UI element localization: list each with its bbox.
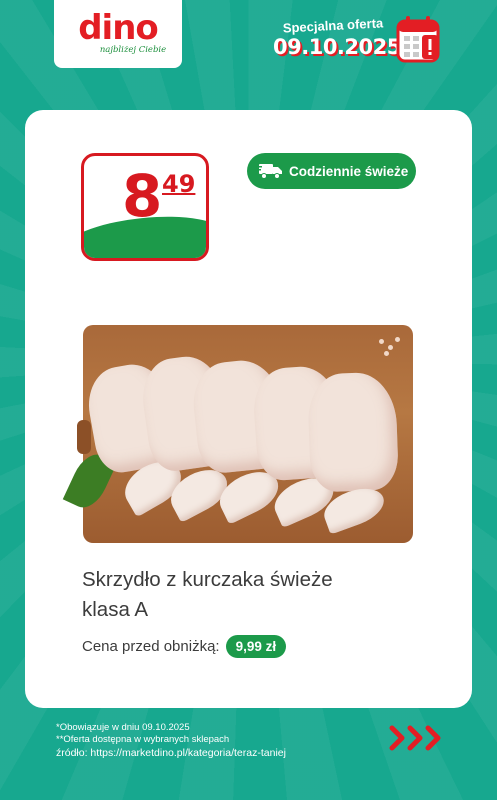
salt-grain	[379, 339, 384, 344]
product-name-line1: Skrzydło z kurczaka świeże	[82, 568, 333, 591]
previous-price: Cena przed obniżką: 9,99 zł	[82, 635, 287, 658]
footnote-availability: **Oferta dostępna w wybranych sklepach	[56, 733, 230, 745]
calendar-icon	[396, 16, 440, 63]
salt-grain	[388, 345, 393, 350]
fresh-daily-badge: Codziennie świeże	[247, 153, 416, 189]
salt-grain	[395, 337, 400, 342]
truck-icon	[259, 164, 282, 179]
chicken-wings-image	[62, 325, 413, 543]
footnote-validity: *Obowiązuje w dniu 09.10.2025	[56, 722, 190, 733]
offer-date: 09.10.2025	[273, 35, 401, 59]
previous-price-value: 9,99 zł	[225, 635, 287, 658]
fresh-daily-label: Codziennie świeże	[289, 163, 409, 179]
chicken-wing	[306, 371, 400, 493]
source-link[interactable]: źródło: https://marketdino.pl/kategoria/…	[56, 747, 286, 760]
price-tag: 8 49	[81, 153, 209, 261]
special-offer-header: Specjalna oferta 09.10.2025	[273, 15, 401, 59]
logo-wordmark: dino	[78, 8, 159, 48]
price-cents: 49	[162, 170, 196, 198]
offer-label: Specjalna oferta	[282, 15, 384, 36]
previous-price-label: Cena przed obniżką:	[82, 638, 220, 655]
product-card[interactable]: 8 49 Codziennie świeże Skrzydło z kurcza…	[25, 110, 472, 708]
chevron-right-icon[interactable]	[388, 724, 446, 752]
footnotes: *Obowiązuje w dniu 09.10.2025 **Oferta d…	[56, 722, 286, 760]
product-name-line2: klasa A	[82, 598, 149, 621]
salt-grain	[384, 351, 389, 356]
cutting-board-handle	[77, 420, 91, 454]
dino-logo[interactable]: dino najbliżej Ciebie	[54, 0, 182, 68]
logo-tagline: najbliżej Ciebie	[99, 45, 167, 55]
product-name: Skrzydło z kurczaka świeże klasa A	[82, 565, 422, 625]
price-main: 8	[122, 162, 162, 230]
